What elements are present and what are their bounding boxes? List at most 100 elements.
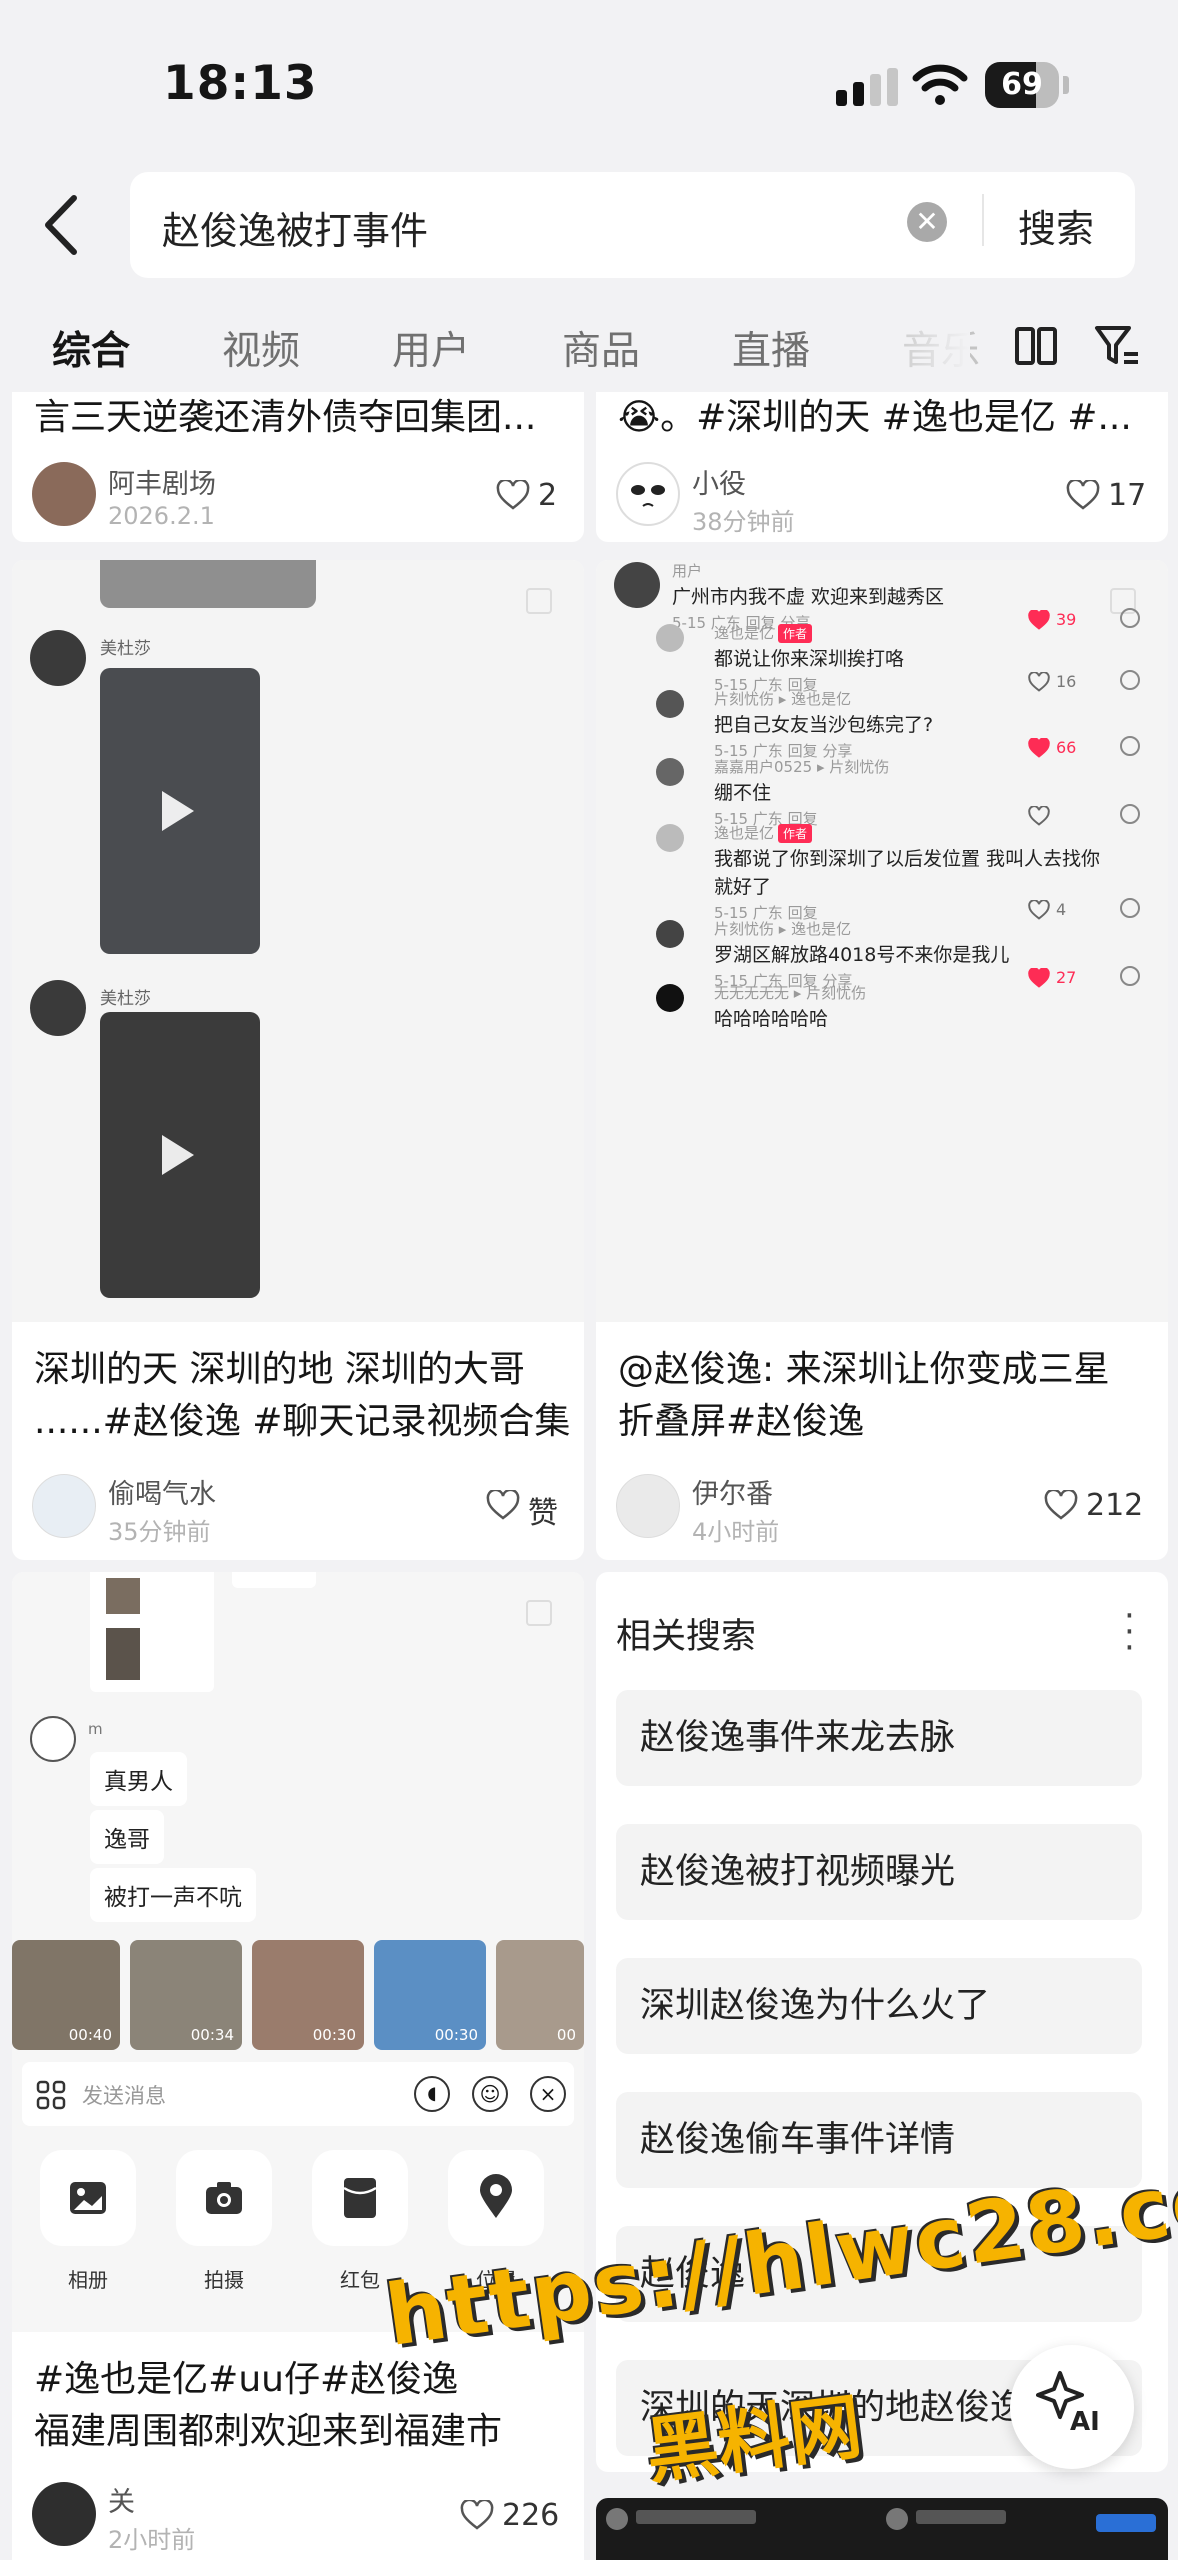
comment-author[interactable]: 用户: [672, 560, 702, 581]
result-card-mid-left[interactable]: 美杜莎 美杜莎 深圳的天 深圳的地 深圳的大哥 ......#赵俊逸 #聊天记录…: [12, 560, 584, 1560]
card-title-line1: @赵俊逸: 来深圳让你变成三星: [618, 1349, 1110, 1390]
location-tool[interactable]: [448, 2150, 544, 2246]
related-item[interactable]: 赵俊逸事件来龙去脉: [616, 1690, 1142, 1786]
comment-heart-icon[interactable]: [1028, 738, 1050, 758]
dislike-icon[interactable]: [1120, 608, 1140, 628]
filter-icon[interactable]: [1094, 324, 1140, 368]
comment-heart-icon[interactable]: [1028, 806, 1050, 826]
heart-icon[interactable]: [496, 480, 530, 510]
author-name[interactable]: 关: [108, 2480, 135, 2519]
comment-author[interactable]: 无无无无无 ▸ 片刻忧伤: [714, 982, 866, 1003]
comment-heart-icon[interactable]: [1028, 672, 1050, 692]
comment-author[interactable]: 逸也是亿 作者: [714, 622, 813, 643]
red-packet-tool[interactable]: [312, 2150, 408, 2246]
comment-heart-icon[interactable]: [1028, 900, 1050, 920]
chat-video-1[interactable]: [100, 668, 260, 954]
result-card-bottom-right-partial[interactable]: [596, 2498, 1168, 2560]
layout-toggle-icon[interactable]: [1014, 326, 1058, 366]
chat-input-bar[interactable]: 发送消息 ◖ ☺ ×: [22, 2062, 574, 2126]
voice-icon[interactable]: ◖: [414, 2076, 450, 2112]
heart-icon[interactable]: [486, 1490, 520, 1520]
battery-tip: [1063, 76, 1069, 94]
chat-video-2[interactable]: [100, 1012, 260, 1298]
blurred-text: [916, 2510, 1006, 2524]
avatar[interactable]: [32, 1474, 96, 1538]
apps-grid-icon[interactable]: [36, 2080, 66, 2110]
related-item[interactable]: 赵俊逸被打视频曝光: [616, 1824, 1142, 1920]
chat-bubble: 真男人: [90, 1752, 187, 1806]
comment-like-count: 4: [1056, 900, 1067, 919]
tab-comprehensive[interactable]: 综合: [52, 320, 130, 376]
comment-author[interactable]: 片刻忧伤 ▸ 逸也是亿: [714, 918, 851, 939]
video-thumb[interactable]: 00: [496, 1940, 584, 2050]
author-name[interactable]: 伊尔番: [692, 1472, 773, 1511]
dislike-icon[interactable]: [1120, 670, 1140, 690]
related-item[interactable]: 深圳赵俊逸为什么火了: [616, 1958, 1142, 2054]
avatar[interactable]: [32, 2482, 96, 2546]
chat-sender: 美杜莎: [100, 989, 151, 1009]
card-thumbnail[interactable]: 用户 广州市内我不虚 欢迎来到越秀区 5-15 广东 回复 分享 39 逸也是亿 作者 都说…: [596, 560, 1168, 1322]
card-title: 言三天逆袭还清外债夺回集团...: [34, 397, 537, 438]
post-date: 35分钟前: [108, 1518, 211, 1546]
tab-live[interactable]: 直播: [732, 320, 810, 376]
comment-avatar: [656, 690, 684, 718]
chat-bubble: 被打一声不吭: [90, 1868, 256, 1922]
comment-heart-icon[interactable]: [1028, 610, 1050, 630]
avatar: [886, 2508, 908, 2530]
video-thumb[interactable]: 00:34: [130, 1940, 242, 2050]
avatar: [606, 2508, 628, 2530]
chat-image-card: [90, 1572, 214, 1692]
card-thumbnail[interactable]: m 真男人 逸哥 被打一声不吭 00:40 00:34 00:30 00:30 …: [12, 1572, 584, 2332]
post-date: 2026.2.1: [108, 502, 215, 530]
post-date: 4小时前: [692, 1518, 780, 1546]
emoji-icon[interactable]: ☺: [472, 2076, 508, 2112]
ai-assistant-button[interactable]: AI: [1010, 2345, 1134, 2469]
video-thumb[interactable]: 00:40: [12, 1940, 120, 2050]
message-input[interactable]: 发送消息: [82, 2080, 166, 2110]
comment-author[interactable]: 嘉嘉用户0525 ▸ 片刻忧伤: [714, 756, 889, 777]
avatar[interactable]: [616, 1474, 680, 1538]
video-duration: 00:30: [312, 2026, 356, 2044]
search-button[interactable]: 搜索: [1018, 198, 1094, 253]
result-card-bottom-left[interactable]: m 真男人 逸哥 被打一声不吭 00:40 00:34 00:30 00:30 …: [12, 1572, 584, 2560]
comment-author-text: 无无无无无 ▸ 片刻忧伤: [714, 984, 867, 1002]
heart-icon[interactable]: [1044, 1490, 1078, 1520]
video-thumb[interactable]: 00:30: [252, 1940, 364, 2050]
card-thumbnail[interactable]: 美杜莎 美杜莎: [12, 560, 584, 1322]
avatar[interactable]: [32, 462, 96, 526]
result-card-top-right[interactable]: 😭。#深圳的天 #逸也是亿 #... 小役 38分钟前 17: [596, 392, 1168, 542]
tab-products[interactable]: 商品: [562, 320, 640, 376]
dislike-icon[interactable]: [1120, 736, 1140, 756]
author-tag: 作者: [778, 824, 813, 843]
battery-level: 69: [1001, 67, 1043, 102]
tab-video[interactable]: 视频: [222, 320, 300, 376]
author-name[interactable]: 阿丰剧场: [108, 462, 216, 501]
camera-tool[interactable]: [176, 2150, 272, 2246]
avatar[interactable]: [616, 462, 680, 526]
search-input[interactable]: 赵俊逸被打事件: [162, 200, 428, 255]
screen: { "status_bar": {"time": "18:13", "batte…: [0, 0, 1178, 2560]
comment-heart-icon[interactable]: [1028, 968, 1050, 988]
dislike-icon[interactable]: [1120, 898, 1140, 918]
result-card-top-left[interactable]: 言三天逆袭还清外债夺回集团... 阿丰剧场 2026.2.1 2: [12, 392, 584, 542]
select-box[interactable]: [526, 1600, 552, 1626]
comment-author[interactable]: 逸也是亿 作者: [714, 822, 813, 843]
heart-icon[interactable]: [1066, 480, 1100, 510]
dislike-icon[interactable]: [1120, 804, 1140, 824]
back-arrow-icon[interactable]: [38, 190, 88, 260]
video-thumb[interactable]: 00:30: [374, 1940, 486, 2050]
select-box[interactable]: [526, 588, 552, 614]
comment-text: 哈哈哈哈哈哈: [714, 1008, 829, 1030]
tab-users[interactable]: 用户: [392, 320, 470, 376]
card-title: 😭。#深圳的天 #逸也是亿 #...: [618, 397, 1132, 438]
author-name[interactable]: 偷喝气水: [108, 1472, 216, 1511]
close-circle-icon[interactable]: ×: [530, 2076, 566, 2112]
album-tool[interactable]: [40, 2150, 136, 2246]
dislike-icon[interactable]: [1120, 966, 1140, 986]
author-name[interactable]: 小役: [692, 462, 746, 501]
result-card-mid-right[interactable]: 用户 广州市内我不虚 欢迎来到越秀区 5-15 广东 回复 分享 39 逸也是亿 作者 都说…: [596, 560, 1168, 1560]
more-options-icon[interactable]: · · ·: [1124, 1599, 1135, 1665]
comment-author[interactable]: 片刻忧伤 ▸ 逸也是亿: [714, 688, 851, 709]
heart-icon[interactable]: [460, 2500, 494, 2530]
clear-search-icon[interactable]: ✕: [907, 202, 947, 242]
